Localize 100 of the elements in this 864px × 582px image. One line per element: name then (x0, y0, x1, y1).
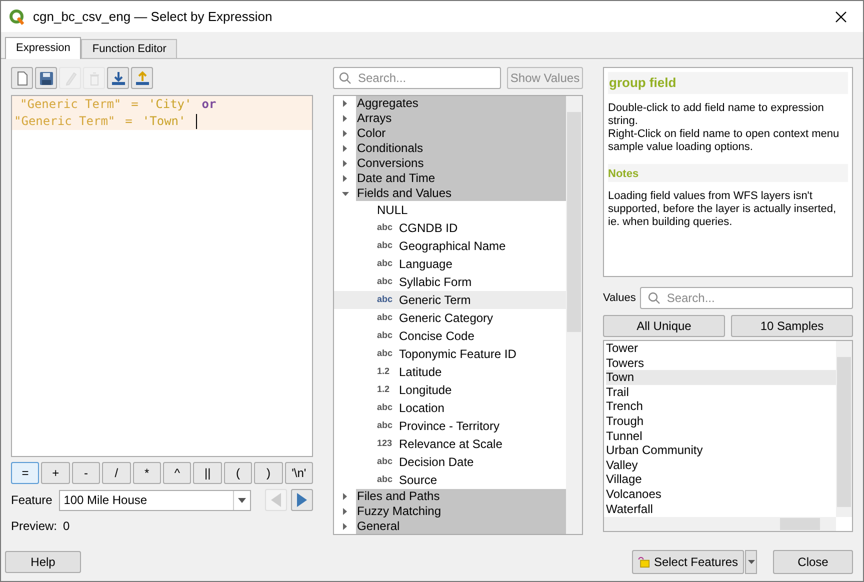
export-icon (134, 70, 150, 86)
operator-button[interactable]: + (41, 462, 70, 484)
value-item[interactable]: Trench (606, 399, 836, 414)
import-button[interactable] (107, 67, 129, 89)
selection-icon (638, 555, 650, 569)
import-icon (110, 70, 126, 86)
field-name: Location (399, 400, 444, 417)
value-item[interactable]: Tower (606, 341, 836, 356)
expression-editor[interactable]: "Generic Term" = 'City' or "Generic Term" = 'Town' (11, 95, 313, 457)
value-item[interactable]: Village (606, 472, 836, 487)
tree-item[interactable]: abc Generic Category (334, 309, 566, 327)
tree-group[interactable]: Date and Time (356, 171, 566, 186)
tree-group[interactable]: Fuzzy Matching (356, 504, 566, 519)
field-type-label: abc (377, 329, 393, 342)
expand-arrow-icon[interactable] (343, 130, 347, 137)
export-button[interactable] (131, 67, 153, 89)
tree-item[interactable]: NULL (334, 201, 566, 219)
expression-token: "Generic Term" (14, 113, 116, 130)
operator-button[interactable]: * (132, 462, 162, 484)
search-field[interactable]: Search... (333, 67, 501, 89)
values-button[interactable]: All Unique (603, 315, 725, 337)
field-name: Concise Code (399, 328, 474, 345)
expression-token: "Generic Term" (20, 96, 122, 113)
operator-button[interactable]: - (72, 462, 100, 484)
expand-arrow-icon[interactable] (343, 115, 347, 122)
horizontal-scrollbar[interactable] (604, 517, 836, 531)
tab[interactable]: Function Editor (81, 39, 178, 59)
tree-item[interactable]: abc Geographical Name (334, 237, 566, 255)
vertical-scrollbar[interactable] (836, 341, 852, 517)
close-icon[interactable] (835, 10, 847, 22)
tree-item[interactable]: abc Location (334, 399, 566, 417)
tab[interactable]: Expression (5, 37, 82, 60)
value-item[interactable]: Valley (606, 458, 836, 472)
expand-arrow-icon[interactable] (343, 100, 347, 107)
tree-item[interactable]: 1.2 Latitude (334, 363, 566, 381)
value-item[interactable]: Tunnel (606, 428, 836, 444)
value-item[interactable]: Waterfall (606, 502, 836, 516)
save-button[interactable] (35, 67, 57, 89)
tree-item[interactable]: abc Syllabic Form (334, 273, 566, 291)
tree-group[interactable]: Color (356, 126, 566, 141)
tree-item[interactable]: abc Source (334, 471, 566, 489)
operator-button[interactable]: ) (254, 462, 283, 484)
tree-item[interactable]: abc Decision Date (334, 453, 566, 471)
tree-item[interactable]: abc Language (334, 255, 566, 273)
tree-group[interactable]: Files and Paths (356, 489, 566, 504)
text-cursor (196, 114, 197, 129)
value-item[interactable]: Trail (606, 384, 836, 400)
value-item[interactable]: Urban Community (606, 443, 836, 458)
select-features-button[interactable]: Select Features (632, 550, 744, 574)
expression-token: or (202, 96, 216, 113)
preview-label: Preview: (11, 518, 58, 535)
value-item[interactable]: Trough (606, 414, 836, 429)
field-type-label: abc (377, 401, 393, 414)
feature-combo[interactable]: 100 Mile House (58, 490, 252, 510)
expand-arrow-icon[interactable] (343, 160, 347, 167)
window-title: cgn_bc_csv_eng — Select by Expression (33, 8, 272, 26)
value-item[interactable]: Town (606, 370, 836, 385)
operator-button[interactable]: ( (224, 462, 252, 484)
close-button[interactable]: Close (773, 550, 853, 574)
operator-button[interactable]: '\n' (284, 462, 314, 484)
operator-button[interactable]: = (11, 462, 40, 484)
tree-group[interactable]: Conditionals (356, 141, 566, 156)
operator-button[interactable]: / (102, 462, 131, 484)
search-icon (339, 72, 351, 84)
tree-group[interactable]: Conversions (356, 156, 566, 171)
field-name: Province - Territory (399, 418, 500, 435)
help-button[interactable]: Help (5, 551, 81, 573)
tree-item[interactable]: 123 Relevance at Scale (334, 435, 566, 453)
field-type-label: abc (377, 293, 393, 306)
tree-group[interactable]: Aggregates (356, 96, 566, 111)
value-item[interactable]: Towers (606, 356, 836, 370)
tree-item[interactable]: abc Concise Code (334, 327, 566, 345)
expand-arrow-icon[interactable] (343, 175, 347, 182)
next-feature-button[interactable] (291, 489, 313, 511)
search-icon (648, 292, 660, 304)
values-button[interactable]: 10 Samples (731, 315, 853, 337)
expand-arrow-icon[interactable] (343, 523, 347, 530)
expand-arrow-icon[interactable] (343, 508, 347, 515)
expression-token: = (125, 113, 132, 130)
value-item[interactable]: Volcanoes (606, 486, 836, 502)
vertical-scrollbar[interactable] (566, 96, 582, 534)
tree-item[interactable]: abc Generic Term (334, 291, 566, 309)
collapse-arrow-icon[interactable] (342, 192, 348, 196)
new-file-button[interactable] (11, 67, 33, 89)
field-type-label: abc (377, 221, 393, 234)
operator-button[interactable]: || (193, 462, 222, 484)
tree-group[interactable]: Arrays (356, 111, 566, 126)
tree-item[interactable]: 1.2 Longitude (334, 381, 566, 399)
values-label: Values (603, 290, 636, 306)
tree-item[interactable]: abc Toponymic Feature ID (334, 345, 566, 363)
tree-item[interactable]: abc Province - Territory (334, 417, 566, 435)
tree-group[interactable]: Fields and Values (356, 186, 566, 201)
tree-item[interactable]: abc CGNDB ID (334, 219, 566, 237)
feature-label: Feature (11, 492, 54, 509)
values-search-field[interactable]: Search... (640, 287, 853, 309)
operator-button[interactable]: ^ (163, 462, 192, 484)
expand-arrow-icon[interactable] (343, 145, 347, 152)
dropdown-button[interactable] (745, 550, 757, 574)
expand-arrow-icon[interactable] (343, 493, 347, 500)
tree-group[interactable]: General (356, 519, 566, 534)
